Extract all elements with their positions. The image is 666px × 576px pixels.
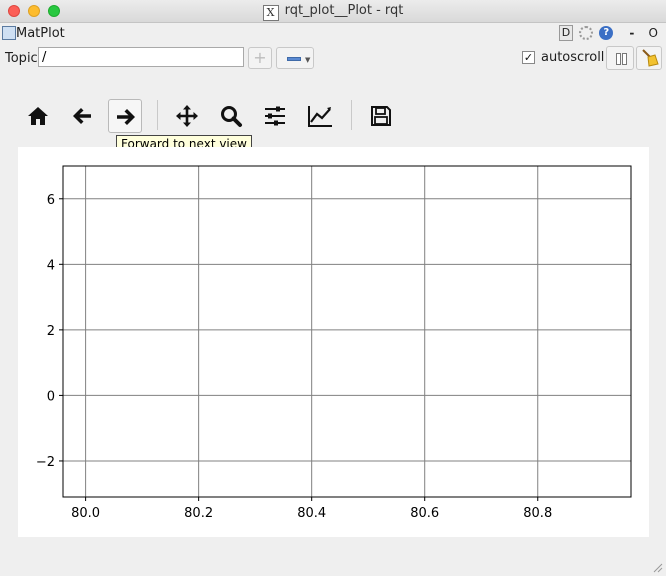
autoscroll-checkbox[interactable]: ✓ xyxy=(522,51,535,64)
dock-title: MatPlot xyxy=(16,26,65,41)
matplot-plugin-icon xyxy=(2,26,16,40)
y-tick-label: 6 xyxy=(47,193,55,208)
pan-button[interactable] xyxy=(170,99,204,133)
dropdown-arrow-icon: ▼ xyxy=(305,56,311,64)
plot-figure: 80.0 80.2 80.4 80.6 80.8 6 4 2 0 −2 xyxy=(18,147,649,537)
back-button[interactable] xyxy=(65,99,99,133)
window-title: rqt_plot__Plot - rqt xyxy=(284,3,404,18)
topic-input[interactable] xyxy=(38,47,244,67)
forward-button[interactable] xyxy=(108,99,142,133)
zoom-button[interactable] xyxy=(214,99,248,133)
dock-titlebar: MatPlot D ? - O xyxy=(0,24,666,44)
help-icon[interactable]: ? xyxy=(599,26,614,40)
x-tick-label: 80.2 xyxy=(184,506,213,521)
subplots-config-button[interactable] xyxy=(258,99,292,133)
y-tick-label: 4 xyxy=(47,258,55,273)
gear-icon[interactable] xyxy=(579,26,594,40)
plot-toolbar xyxy=(0,96,666,138)
window-titlebar: Xrqt_plot__Plot - rqt xyxy=(0,0,666,23)
topic-label: Topic xyxy=(5,51,38,66)
plot-canvas[interactable]: 80.0 80.2 80.4 80.6 80.8 6 4 2 0 −2 xyxy=(18,147,649,537)
save-button[interactable] xyxy=(364,99,398,133)
topic-row: Topic + ▼ ✓ autoscroll xyxy=(0,46,666,70)
axis-edit-button[interactable] xyxy=(302,99,336,133)
pan-icon xyxy=(176,105,198,127)
x-tick-label: 80.6 xyxy=(410,506,439,521)
remove-topic-button[interactable]: ▼ xyxy=(276,47,314,69)
subplots-config-icon xyxy=(265,106,285,126)
dock-close-button[interactable]: O xyxy=(649,26,658,40)
axes-background xyxy=(63,166,631,497)
dock-buttons: D ? - O xyxy=(557,25,658,41)
x-tick-label: 80.4 xyxy=(297,506,326,521)
dock-minimize-button[interactable]: - xyxy=(629,26,634,40)
home-icon xyxy=(28,107,48,125)
broom-icon xyxy=(642,49,659,67)
x-tick-label: 80.0 xyxy=(71,506,100,521)
dock-d-button[interactable]: D xyxy=(559,25,573,41)
add-topic-button[interactable]: + xyxy=(248,47,272,69)
y-tick-label: 2 xyxy=(47,324,55,339)
y-tick-label: −2 xyxy=(36,455,55,470)
x11-app-icon: X xyxy=(262,5,279,21)
home-button[interactable] xyxy=(21,99,55,133)
autoscroll-label: autoscroll xyxy=(541,50,605,65)
back-arrow-icon xyxy=(73,108,91,124)
forward-arrow-icon xyxy=(117,109,135,125)
window-title-area: Xrqt_plot__Plot - rqt xyxy=(0,3,666,21)
resize-grip-icon[interactable] xyxy=(653,563,663,573)
minus-icon xyxy=(287,57,301,61)
clear-button[interactable] xyxy=(636,46,662,70)
pause-button[interactable] xyxy=(606,46,634,70)
axis-edit-icon xyxy=(308,106,332,127)
y-tick-label: 0 xyxy=(47,389,55,404)
toolbar-separator xyxy=(157,100,158,130)
zoom-icon xyxy=(221,106,242,127)
toolbar-separator xyxy=(351,100,352,130)
save-icon xyxy=(371,106,391,126)
x-tick-label: 80.8 xyxy=(523,506,552,521)
